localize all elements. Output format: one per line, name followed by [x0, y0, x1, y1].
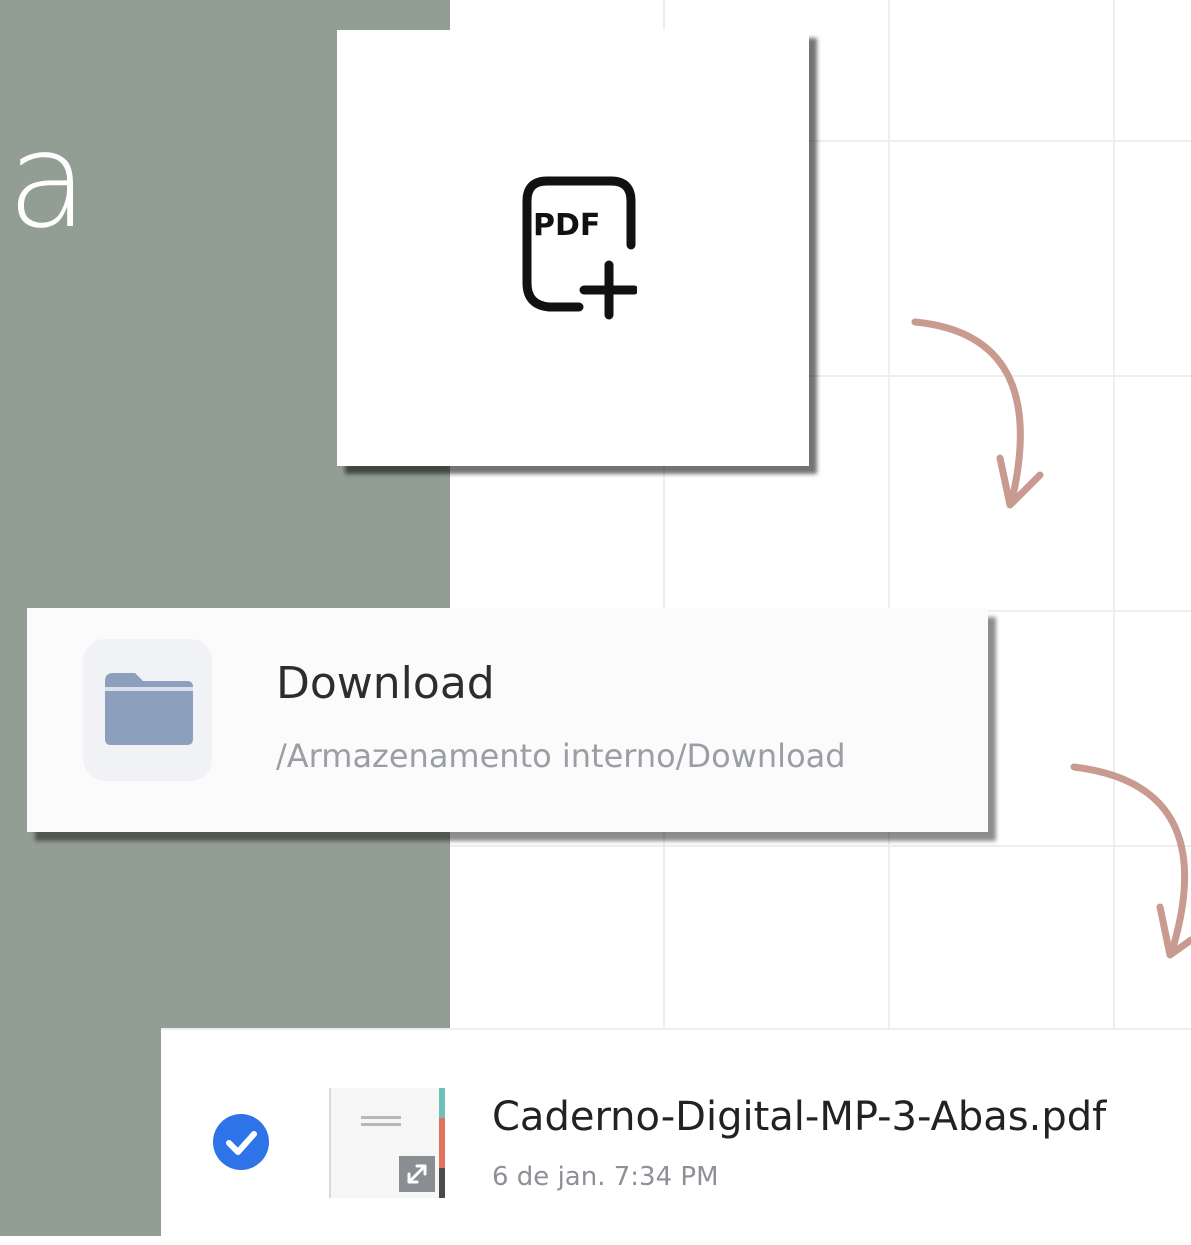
folder-icon: [105, 673, 193, 745]
folder-icon-container: [83, 639, 212, 781]
folder-title: Download: [276, 658, 495, 709]
file-name: Caderno-Digital-MP-3-Abas.pdf: [492, 1094, 1107, 1140]
file-thumbnail: [329, 1088, 447, 1198]
pdf-add-icon: PDF: [522, 176, 637, 320]
file-date: 6 de jan. 7:34 PM: [492, 1162, 719, 1192]
thumbnail-page: [329, 1088, 441, 1198]
thumbnail-text-lines: [361, 1112, 401, 1134]
expand-icon: [399, 1156, 435, 1192]
heading-fragment: ga: [0, 120, 88, 258]
arrow-down-icon: [911, 318, 1044, 509]
folder-path: /Armazenamento interno/Download: [276, 737, 846, 775]
file-list-item[interactable]: Caderno-Digital-MP-3-Abas.pdf 6 de jan. …: [161, 1028, 1191, 1245]
folder-list-item[interactable]: Download /Armazenamento interno/Download: [27, 608, 988, 832]
checkmark-selected-icon[interactable]: [213, 1114, 269, 1170]
add-pdf-card[interactable]: PDF: [337, 30, 809, 466]
pdf-icon-label: PDF: [533, 208, 600, 243]
arrow-down-icon: [1070, 763, 1191, 959]
thumbnail-tabs: [439, 1088, 445, 1198]
